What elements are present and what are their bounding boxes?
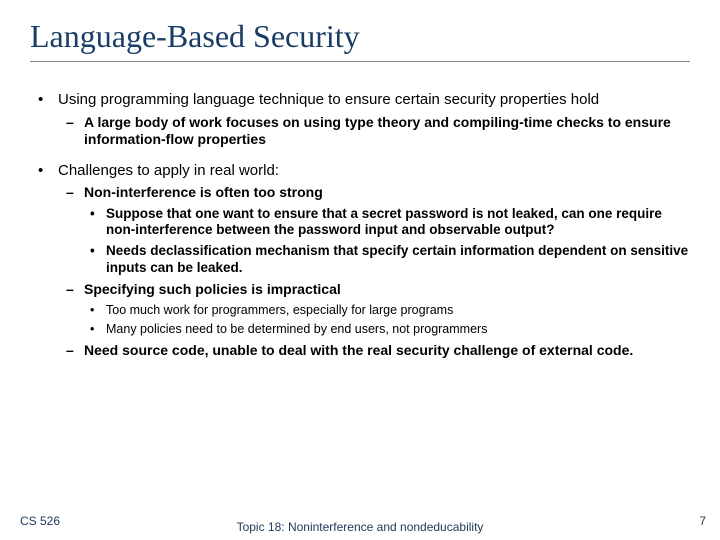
bullet-text: Needs declassification mechanism that sp… <box>106 243 688 275</box>
sub-bullet-item: Non-interference is often too strong Sup… <box>58 184 690 277</box>
sub-bullet-item: Need source code, unable to deal with th… <box>58 342 690 360</box>
bullet-item: Challenges to apply in real world: Non-i… <box>30 161 690 360</box>
bullet-item: Using programming language technique to … <box>30 90 690 149</box>
bullet-text: A large body of work focuses on using ty… <box>84 114 671 148</box>
sub-sub-bullet-item: Many policies need to be determined by e… <box>84 322 690 338</box>
sub-sub-bullet-item: Suppose that one want to ensure that a s… <box>84 206 690 240</box>
bullet-text: Need source code, unable to deal with th… <box>84 342 633 358</box>
sub-bullet-item: A large body of work focuses on using ty… <box>58 114 690 149</box>
bullet-text: Non-interference is often too strong <box>84 184 323 200</box>
slide-title: Language-Based Security <box>30 18 690 55</box>
slide: Language-Based Security Using programmin… <box>0 0 720 359</box>
bullet-text: Challenges to apply in real world: <box>58 162 279 179</box>
title-underline <box>30 61 690 62</box>
bullet-list: Using programming language technique to … <box>30 90 690 359</box>
sub-sub-bullet-item: Needs declassification mechanism that sp… <box>84 243 690 277</box>
bullet-text: Many policies need to be determined by e… <box>106 322 487 336</box>
footer-topic: Topic 18: Noninterference and nondeducab… <box>0 520 720 534</box>
bullet-text: Too much work for programmers, especiall… <box>106 303 453 317</box>
footer-page-number: 7 <box>699 514 706 528</box>
bullet-text: Specifying such policies is impractical <box>84 281 341 297</box>
bullet-text: Using programming language technique to … <box>58 91 599 108</box>
sub-bullet-item: Specifying such policies is impractical … <box>58 281 690 338</box>
bullet-text: Suppose that one want to ensure that a s… <box>106 206 662 238</box>
sub-sub-bullet-item: Too much work for programmers, especiall… <box>84 303 690 319</box>
